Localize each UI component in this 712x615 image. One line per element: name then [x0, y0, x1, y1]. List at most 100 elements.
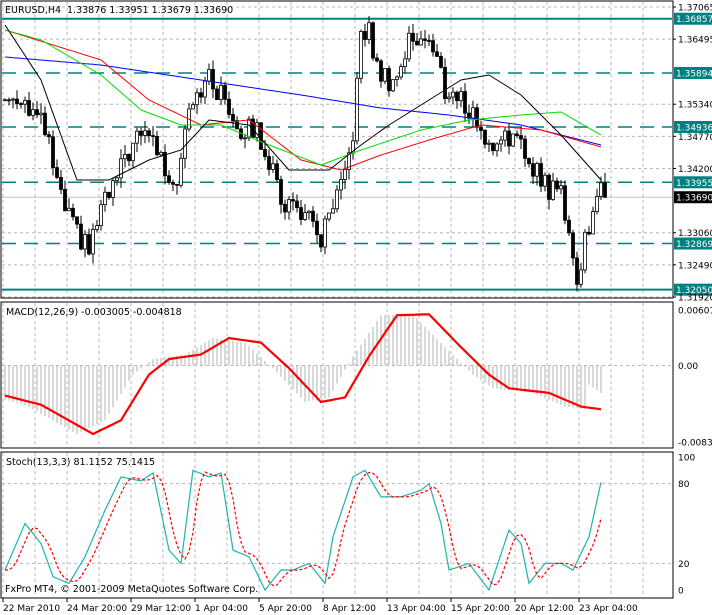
- ohlc-values: 1.33876 1.33951 1.33679 1.33690: [67, 5, 233, 16]
- bull-candle: [419, 38, 423, 46]
- bear-candle: [263, 148, 267, 157]
- bear-candle: [507, 130, 511, 147]
- bull-candle: [243, 137, 247, 140]
- bull-candle: [111, 180, 115, 198]
- price-axis: 1.37065 1.36495 1.35340 1.34770 1.34200 1.330…: [673, 4, 712, 597]
- moving-average-black: [4, 24, 602, 181]
- bull-candle: [451, 91, 455, 98]
- bear-candle: [47, 134, 51, 138]
- bear-candle: [211, 69, 215, 90]
- bear-candle: [539, 163, 543, 187]
- price-axis-label: 1.34770: [678, 133, 712, 143]
- bear-candle: [555, 180, 559, 190]
- bull-candle: [391, 79, 395, 92]
- copyright-text: FxPro MT4, © 2001-2009 MetaQuotes Softwa…: [5, 584, 258, 595]
- bull-candle: [447, 96, 451, 100]
- bear-candle: [375, 57, 379, 62]
- stochastic-main-line: [4, 469, 602, 592]
- time-axis-label: 5 Apr 20:00: [259, 604, 312, 614]
- bull-candle: [23, 100, 27, 105]
- stochastic-axis-label: 100: [678, 454, 695, 464]
- price-axis-label: 1.35340: [678, 101, 712, 111]
- bear-candle: [363, 31, 367, 40]
- time-axis-label: 15 Apr 20:00: [451, 604, 510, 614]
- bull-candle: [207, 69, 211, 82]
- bull-candle: [39, 112, 43, 116]
- bear-candle: [283, 203, 287, 213]
- bear-candle: [7, 99, 11, 102]
- bear-candle: [547, 174, 551, 200]
- bear-candle: [411, 32, 415, 42]
- macd-label: MACD(12,26,9) -0.003005 -0.004818: [6, 307, 182, 318]
- bear-candle: [87, 234, 91, 255]
- bull-candle: [543, 174, 547, 187]
- bear-candle: [379, 60, 383, 82]
- bull-candle: [83, 234, 87, 250]
- price-axis-label: 1.31920: [678, 294, 712, 304]
- bull-candle: [131, 142, 135, 162]
- time-axis-label: 24 Mar 20:00: [67, 604, 127, 614]
- bear-candle: [311, 210, 315, 222]
- bear-candle: [147, 130, 151, 136]
- bull-candle: [395, 76, 399, 81]
- bear-candle: [371, 22, 375, 59]
- bear-candle: [151, 135, 155, 137]
- bull-candle: [179, 157, 183, 186]
- macd-axis-label: 0.00: [678, 362, 698, 372]
- bear-candle: [35, 109, 39, 116]
- trading-chart[interactable]: 1.368571.358941.349361.339551.328691.320…: [0, 0, 712, 615]
- level-price-text: 1.33955: [676, 179, 712, 189]
- bear-candle: [563, 185, 567, 221]
- bull-candle: [503, 130, 507, 141]
- bull-candle: [323, 218, 327, 248]
- bear-candle: [167, 175, 171, 183]
- bull-candle: [3, 99, 7, 102]
- time-axis-label: 22 Mar 2010: [3, 604, 60, 614]
- bear-candle: [603, 182, 607, 198]
- bull-candle: [271, 163, 275, 170]
- bear-candle: [63, 189, 67, 212]
- bull-candle: [591, 211, 595, 235]
- time-axis-label: 29 Mar 12:00: [131, 604, 191, 614]
- bear-candle: [127, 154, 131, 162]
- bear-candle: [55, 167, 59, 178]
- bull-candle: [327, 212, 331, 220]
- bear-candle: [575, 257, 579, 285]
- bear-candle: [571, 232, 575, 259]
- bull-candle: [583, 231, 587, 271]
- bear-candle: [475, 107, 479, 128]
- bear-candle: [163, 152, 167, 177]
- bear-candle: [75, 216, 79, 225]
- bull-candle: [367, 22, 371, 40]
- bear-candle: [227, 98, 231, 115]
- bear-candle: [423, 38, 427, 41]
- bear-candle: [455, 91, 459, 102]
- time-axis-label: 20 Apr 12:00: [515, 604, 574, 614]
- bull-candle: [459, 91, 463, 102]
- stochastic-label: Stoch(13,3,3) 81.1152 75.1415: [6, 457, 155, 468]
- bull-candle: [219, 84, 223, 100]
- bull-candle: [471, 107, 475, 119]
- price-axis-label: 1.33060: [678, 229, 712, 239]
- stochastic-axis-label: 80: [678, 480, 690, 490]
- bull-candle: [335, 189, 339, 210]
- bull-candle: [495, 143, 499, 152]
- time-axis-label: 8 Apr 12:00: [323, 604, 376, 614]
- bear-candle: [267, 156, 271, 170]
- time-axis-label: 1 Apr 04:00: [195, 604, 248, 614]
- level-price-text: 1.35894: [676, 70, 712, 80]
- price-axis-label: 1.36495: [678, 36, 712, 46]
- bull-candle: [99, 204, 103, 227]
- bear-candle: [155, 136, 159, 156]
- bear-candle: [515, 133, 519, 136]
- bull-candle: [403, 58, 407, 68]
- bull-candle: [91, 228, 95, 255]
- bear-candle: [523, 138, 527, 159]
- bull-candle: [383, 68, 387, 82]
- bear-candle: [491, 142, 495, 152]
- bear-candle: [27, 100, 31, 116]
- bear-candle: [279, 179, 283, 205]
- bear-candle: [319, 234, 323, 248]
- bear-candle: [71, 207, 75, 218]
- current-price-text: 1.33690: [676, 194, 712, 204]
